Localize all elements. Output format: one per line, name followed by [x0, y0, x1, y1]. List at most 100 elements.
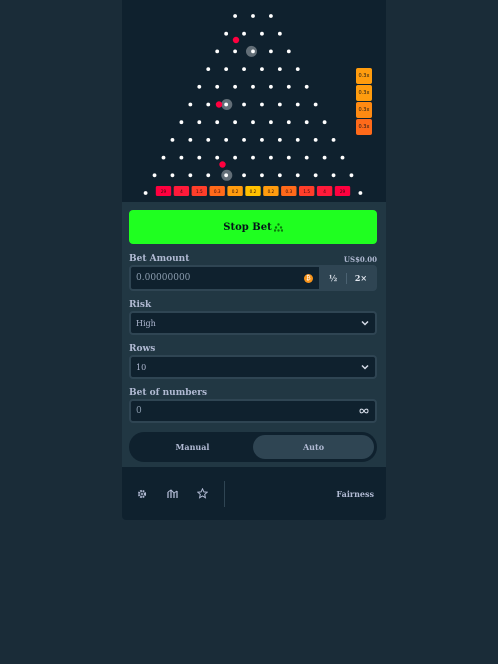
peg [242, 173, 246, 178]
bet-amount-usd: US$0.00 [343, 255, 377, 264]
stop-bet-label: Stop Bet [223, 221, 272, 233]
peg [322, 120, 327, 125]
footer-divider [224, 480, 225, 507]
multiplier-label: 0.2 [268, 189, 275, 194]
peg [331, 138, 336, 142]
peg [224, 67, 229, 71]
multiplier-label: 0.2 [232, 189, 239, 194]
multiplier-slot: 1.5 [299, 186, 315, 196]
bets-count-value: 0 [136, 406, 142, 416]
peg [286, 155, 291, 160]
gear-icon [137, 489, 147, 498]
peg [340, 155, 345, 160]
plinko-board: 29 4 1.5 0.3 0.2 0.2 0.2 0.3 1.5 4 29 0.3x 0.3x 0.3x… [122, 0, 386, 202]
peg [242, 138, 246, 142]
peg [188, 102, 193, 107]
peg [295, 102, 300, 107]
peg [233, 155, 237, 160]
fairness-link[interactable]: Fairness [336, 489, 374, 499]
peg [188, 138, 193, 142]
peg [224, 31, 229, 36]
peg [233, 84, 237, 89]
multiplier-label: 4 [180, 189, 183, 194]
bet-amount-input[interactable]: 0.00000000 ₿ [131, 267, 319, 289]
peg [233, 120, 237, 125]
chart-icon [166, 488, 178, 498]
peg [179, 120, 184, 125]
peg [304, 155, 309, 160]
tab-auto[interactable]: Auto [253, 435, 374, 459]
bet-amount-value: 0.00000000 [136, 273, 191, 283]
chevron-down-icon [361, 320, 369, 326]
rows-label: Rows [129, 344, 156, 354]
plinko-panel: 29 4 1.5 0.3 0.2 0.2 0.2 0.3 1.5 4 29 0.3x 0.3x 0.3x… [122, 0, 386, 520]
peg [277, 67, 282, 71]
peg [260, 173, 264, 178]
peg [277, 173, 282, 178]
peg [233, 49, 237, 54]
stats-button[interactable] [157, 484, 187, 504]
peg [260, 102, 264, 107]
peg [215, 84, 220, 89]
bet-controls: Stop Bet Bet Amount US$0.00 0.00000000 ₿… [129, 210, 377, 462]
half-bet-button[interactable]: ½ [319, 267, 347, 289]
peg [215, 120, 220, 125]
peg [251, 155, 255, 160]
peg [349, 173, 354, 178]
peg [269, 155, 273, 160]
peg-hit-halo [221, 99, 233, 110]
peg [197, 155, 202, 160]
bet-amount-label: Bet Amount [129, 254, 190, 264]
bets-count-input[interactable]: 0 [129, 399, 377, 423]
rows-select[interactable]: 10 [129, 355, 377, 379]
multiplier-slot: 0.2 [227, 186, 243, 196]
stop-bet-button[interactable]: Stop Bet [129, 210, 377, 244]
peg [295, 67, 300, 71]
peg [313, 102, 318, 107]
peg [251, 84, 255, 89]
peg [358, 191, 363, 195]
bet-amount-header: Bet Amount US$0.00 [129, 250, 377, 264]
peg [188, 173, 193, 178]
peg-hit-halo [246, 45, 257, 57]
peg [269, 14, 273, 18]
settings-button[interactable] [127, 484, 157, 504]
rows-value: 10 [136, 362, 147, 372]
peg [197, 84, 202, 89]
plinko-ball [232, 36, 240, 44]
bet-amount-group: 0.00000000 ₿ ½ 2× [129, 265, 377, 291]
favourite-button[interactable] [187, 484, 217, 504]
peg-field: 29 4 1.5 0.3 0.2 0.2 0.2 0.3 1.5 4 29 [143, 14, 363, 196]
peg [206, 138, 211, 142]
peg [170, 173, 175, 178]
multiplier-label: 1.5 [196, 189, 203, 194]
peg [277, 102, 282, 107]
peg [313, 173, 318, 178]
peg [331, 173, 336, 178]
peg [295, 138, 300, 142]
peg [277, 138, 282, 142]
mode-toggle: Manual Auto [129, 432, 377, 462]
chevron-down-icon [361, 364, 369, 370]
peg [206, 67, 211, 71]
infinity-icon [359, 408, 369, 414]
double-bet-button[interactable]: 2× [347, 267, 375, 289]
multiplier-slot: 4 [173, 186, 190, 196]
risk-label: Risk [129, 300, 152, 310]
peg [304, 120, 309, 125]
peg [143, 191, 148, 195]
star-icon [196, 488, 208, 499]
peg [260, 138, 264, 142]
plinko-ball [219, 161, 226, 168]
peg [269, 84, 273, 89]
peg [286, 49, 291, 54]
peg [295, 173, 300, 178]
peg [277, 31, 282, 36]
peg [251, 14, 255, 18]
risk-select[interactable]: High [129, 311, 377, 335]
tab-manual[interactable]: Manual [132, 435, 253, 459]
peg-hit-halo [221, 169, 233, 181]
multiplier-label: 1.5 [303, 189, 310, 194]
multiplier-slot: 1.5 [191, 186, 207, 196]
peg [170, 138, 175, 142]
